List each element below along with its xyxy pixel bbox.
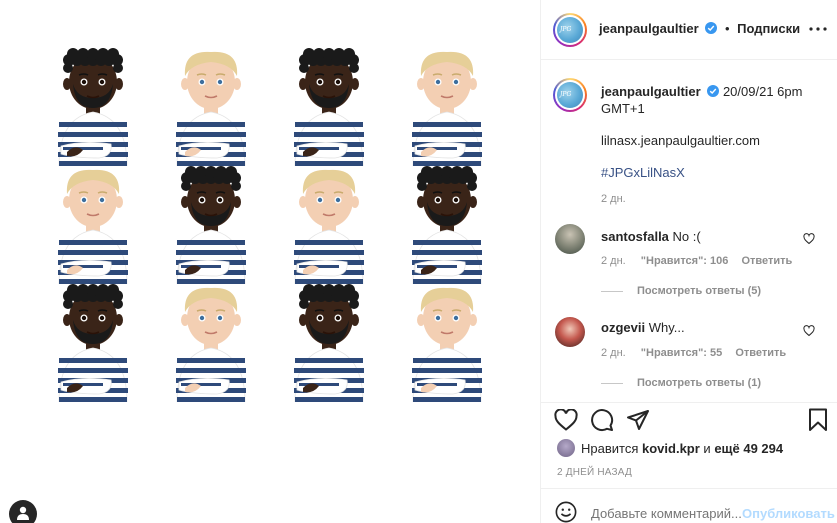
caption-url[interactable]: lilnasx.jeanpaulgaultier.com xyxy=(601,132,760,149)
comment-avatar[interactable] xyxy=(555,317,585,347)
memoji-dark xyxy=(171,164,251,284)
likes-count-button[interactable]: ещё 49 294 xyxy=(714,441,783,456)
memoji-dark xyxy=(289,282,369,402)
comment-age: 2 дн. xyxy=(601,255,626,267)
caption-age: 2 дн. xyxy=(601,193,626,205)
more-dots-icon[interactable] xyxy=(809,27,827,31)
verified-badge-icon xyxy=(705,22,718,34)
comment-bubble-icon[interactable] xyxy=(590,408,614,432)
comment-input[interactable] xyxy=(591,506,741,521)
post-header: JPG jeanpaulgaultier • Подписки xyxy=(541,0,837,60)
author-avatar[interactable]: JPG xyxy=(553,13,587,47)
comment-body: No :( xyxy=(672,229,701,244)
comment-username[interactable]: ozgevii xyxy=(601,320,645,335)
bookmark-icon[interactable] xyxy=(808,408,828,432)
comments-list[interactable]: JPG jeanpaulgaultier 20/09/21 6pm GMT+1 … xyxy=(541,61,837,401)
comment-likes[interactable]: "Нравится": 55 xyxy=(641,347,722,359)
post-side-panel: JPG jeanpaulgaultier • Подписки JPG jean… xyxy=(540,0,837,523)
heart-icon[interactable] xyxy=(803,325,815,337)
reply-button[interactable]: Ответить xyxy=(735,347,786,359)
memoji-light xyxy=(407,282,487,402)
memoji-dark xyxy=(53,46,133,166)
heart-icon[interactable] xyxy=(803,233,815,245)
likes-prefix: Нравится xyxy=(581,441,639,456)
view-replies-button[interactable]: Посмотреть ответы (5) xyxy=(601,285,761,297)
separator-dot: • xyxy=(724,21,730,36)
following-button[interactable]: Подписки xyxy=(737,21,800,36)
memoji-light xyxy=(53,164,133,284)
caption-timezone: GMT+1 xyxy=(601,101,645,116)
caption-hashtag[interactable]: #JPGxLilNasX xyxy=(601,164,685,181)
comment-avatar[interactable] xyxy=(555,224,585,254)
comment-likes[interactable]: "Нравится": 106 xyxy=(641,255,729,267)
caption-author-avatar[interactable]: JPG xyxy=(553,78,587,112)
paper-plane-icon[interactable] xyxy=(626,408,650,432)
user-tag-icon[interactable] xyxy=(9,500,37,523)
liker-username[interactable]: kovid.kpr xyxy=(642,441,700,456)
comment-text: ozgevii Why... xyxy=(601,320,685,335)
memoji-dark xyxy=(407,164,487,284)
memoji-light xyxy=(171,46,251,166)
comment-username[interactable]: santosfalla xyxy=(601,229,669,244)
comment-age: 2 дн. xyxy=(601,347,626,359)
caption: jeanpaulgaultier 20/09/21 6pm GMT+1 xyxy=(601,83,826,117)
caption-date: 20/09/21 6pm xyxy=(722,84,803,99)
comment-meta: 2 дн. "Нравится": 106 Ответить xyxy=(601,255,792,267)
add-comment-bar: Опубликовать xyxy=(541,488,837,523)
post-image[interactable] xyxy=(0,0,540,523)
heart-icon[interactable] xyxy=(554,409,578,431)
likes-conj: и xyxy=(703,441,711,456)
comment-text: santosfalla No :( xyxy=(601,229,701,244)
memoji-dark xyxy=(53,282,133,402)
caption-username[interactable]: jeanpaulgaultier xyxy=(601,84,701,99)
author-username[interactable]: jeanpaulgaultier xyxy=(599,21,699,36)
post-date[interactable]: 2 ДНЕЙ НАЗАД xyxy=(557,467,632,478)
liker-avatar[interactable] xyxy=(557,439,575,457)
memoji-light xyxy=(171,282,251,402)
comment-meta: 2 дн. "Нравится": 55 Ответить xyxy=(601,347,786,359)
memoji-light xyxy=(289,164,369,284)
comment-body: Why... xyxy=(648,320,685,335)
memoji-light xyxy=(407,46,487,166)
verified-badge-icon xyxy=(707,85,720,97)
likes-summary: Нравится kovid.kpr и ещё 49 294 xyxy=(557,439,783,457)
memoji-dark xyxy=(289,46,369,166)
reply-button[interactable]: Ответить xyxy=(741,255,792,267)
emoji-smile-icon[interactable] xyxy=(555,501,577,523)
view-replies-button[interactable]: Посмотреть ответы (1) xyxy=(601,377,761,389)
publish-button[interactable]: Опубликовать xyxy=(742,506,835,521)
